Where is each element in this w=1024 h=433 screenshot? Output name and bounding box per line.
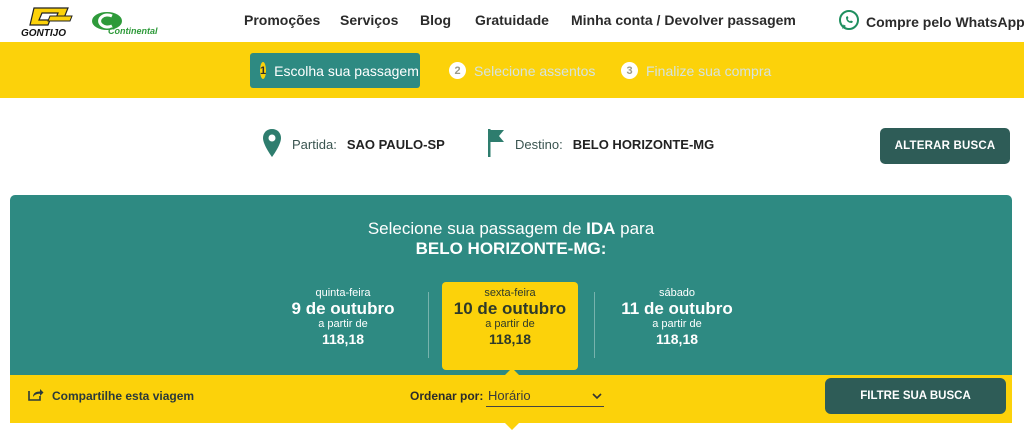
order-select[interactable]: Horário [486, 385, 604, 407]
share-icon [28, 387, 44, 404]
whatsapp-link[interactable]: Compre pelo WhatsApp [838, 9, 1024, 34]
day-option-10-outubro[interactable]: sexta-feira 10 de outubro a partir de 11… [442, 282, 578, 370]
weekday: quinta-feira [315, 287, 371, 299]
origin-info: Partida: SAO PAULO-SP [262, 128, 445, 161]
gontijo-logo[interactable]: GONTIJO [20, 6, 82, 39]
origin-value: SAO PAULO-SP [346, 137, 445, 152]
from-label: a partir de [652, 318, 702, 330]
selection-title: Selecione sua passagem de IDA para [10, 218, 1012, 239]
toolbar-pointer [505, 423, 519, 430]
weekday: sexta-feira [484, 287, 536, 299]
divider [428, 292, 429, 358]
day-option-9-outubro[interactable]: quinta-feira 9 de outubro a partir de 11… [275, 287, 411, 369]
selected-day-pointer [505, 368, 519, 375]
destination-info: Destino: BELO HORIZONTE-MG [487, 128, 714, 161]
share-trip-link[interactable]: Compartilhe esta viagem [28, 387, 194, 404]
nav-gratuidade[interactable]: Gratuidade [475, 12, 549, 28]
destination-value: BELO HORIZONTE-MG [572, 137, 715, 152]
results-toolbar: Compartilhe esta viagem Ordenar por: Hor… [10, 375, 1012, 423]
steps-bar: 1 Escolha sua passagem 2 Selecione assen… [0, 42, 1024, 98]
price: 118,18 [488, 331, 532, 347]
site-header: GONTIJO Continental Promoções Serviços B… [0, 0, 1024, 42]
step-number: 1 [260, 62, 267, 79]
order-label: Ordenar por: [410, 389, 484, 403]
destination-label: Destino: [515, 137, 563, 152]
svg-text:Continental: Continental [108, 26, 158, 36]
title-prefix: Selecione sua passagem de [367, 219, 587, 238]
step-label: Finalize sua compra [646, 62, 772, 79]
date: 9 de outubro [291, 299, 395, 318]
title-bold: IDA [586, 219, 616, 238]
from-label: a partir de [318, 318, 368, 330]
title-suffix: para [615, 219, 655, 238]
nav-minha-conta[interactable]: Minha conta / Devolver passagem [571, 12, 796, 28]
filtre-busca-button[interactable]: FILTRE SUA BUSCA [825, 378, 1006, 414]
chevron-down-icon [592, 388, 602, 403]
order-value: Horário [488, 388, 531, 403]
step-number: 3 [621, 62, 638, 79]
nav-blog[interactable]: Blog [420, 12, 451, 28]
date: 11 de outubro [621, 299, 733, 318]
svg-text:GONTIJO: GONTIJO [21, 28, 66, 38]
from-label: a partir de [485, 318, 535, 330]
date-selection-panel: Selecione sua passagem de IDA para BELO … [10, 195, 1012, 375]
flag-icon [487, 128, 505, 161]
alterar-busca-button[interactable]: ALTERAR BUSCA [880, 128, 1010, 164]
step-label: Selecione assentos [474, 62, 596, 79]
nav-promocoes[interactable]: Promoções [244, 12, 320, 28]
step-number: 2 [449, 62, 466, 79]
divider [594, 292, 595, 358]
price: 118,18 [655, 331, 699, 347]
nav-servicos[interactable]: Serviços [340, 12, 398, 28]
step-label: Escolha sua passagem [274, 62, 419, 79]
share-label: Compartilhe esta viagem [52, 388, 195, 403]
continental-logo[interactable]: Continental [90, 10, 164, 36]
origin-label: Partida: [292, 137, 337, 152]
location-pin-icon [262, 128, 282, 161]
price: 118,18 [321, 331, 365, 347]
day-option-11-outubro[interactable]: sábado 11 de outubro a partir de 118,18 [609, 287, 745, 369]
whatsapp-label: Compre pelo WhatsApp [866, 13, 1024, 30]
weekday: sábado [658, 287, 696, 299]
step-3-finalize: 3 Finalize sua compra [621, 53, 771, 88]
date: 10 de outubro [453, 299, 567, 318]
selection-destination: BELO HORIZONTE-MG: [415, 239, 607, 258]
step-2-assentos: 2 Selecione assentos [449, 53, 595, 88]
step-1-escolha[interactable]: 1 Escolha sua passagem [250, 53, 420, 88]
whatsapp-icon [838, 9, 860, 34]
